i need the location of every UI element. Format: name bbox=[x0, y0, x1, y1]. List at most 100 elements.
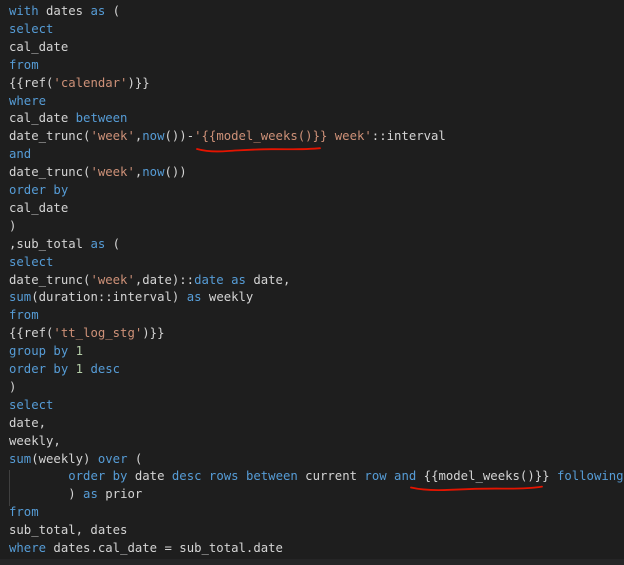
code-token-string: 'week' bbox=[90, 272, 135, 287]
code-token-plain: {{ref( bbox=[9, 326, 54, 341]
code-token-plain: ) bbox=[9, 379, 17, 394]
code-token-number: 1 bbox=[75, 344, 84, 359]
code-line[interactable]: {{ref('tt_log_stg')}} bbox=[9, 324, 164, 342]
code-token-keyword: over bbox=[97, 451, 128, 466]
code-line[interactable]: date_trunc('week',date)::date as date, bbox=[9, 271, 290, 289]
code-token-plain: date_trunc( bbox=[9, 272, 91, 287]
code-token-keyword: as bbox=[186, 290, 202, 305]
code-token-plain: ( bbox=[127, 451, 143, 466]
code-line[interactable]: cal_date between bbox=[9, 109, 127, 127]
code-line[interactable]: where bbox=[9, 92, 46, 110]
code-token-string: 'tt_log_stg' bbox=[53, 326, 143, 341]
code-token-string: 'calendar' bbox=[53, 75, 128, 90]
code-line[interactable]: from bbox=[9, 503, 39, 521]
code-token-plain: (duration::interval) bbox=[31, 290, 187, 305]
code-token-plain: dates bbox=[38, 4, 91, 18]
code-token-keyword: now bbox=[142, 129, 165, 144]
code-token-keyword: as bbox=[90, 4, 106, 18]
code-line[interactable]: ) as prior bbox=[9, 485, 142, 503]
code-token-keyword: with bbox=[9, 4, 39, 18]
code-token-plain: cal_date bbox=[9, 200, 69, 215]
code-token-keyword: sum bbox=[9, 451, 32, 466]
code-line[interactable]: sub_total, dates bbox=[9, 521, 127, 539]
error-squiggle-model-weeks-string bbox=[196, 147, 321, 153]
code-token-plain: ) bbox=[9, 218, 17, 233]
code-token-plain: prior bbox=[97, 487, 143, 502]
code-token-string: 'week' bbox=[90, 129, 135, 144]
code-line[interactable]: with dates as ( bbox=[9, 2, 120, 20]
code-token-keyword: select bbox=[9, 21, 54, 36]
code-token-string: 'week' bbox=[90, 165, 135, 180]
code-token-keyword: now bbox=[142, 165, 165, 180]
code-token-plain: current bbox=[297, 469, 365, 484]
code-token-plain: ::interval bbox=[371, 129, 446, 144]
code-token-keyword: sum bbox=[9, 290, 32, 305]
editor-bottom-edge bbox=[0, 559, 624, 565]
code-line[interactable]: from bbox=[9, 56, 39, 74]
code-token-keyword: row bbox=[364, 469, 387, 484]
code-token-keyword: as bbox=[90, 236, 106, 251]
code-line[interactable]: from bbox=[9, 306, 39, 324]
code-line[interactable]: select bbox=[9, 253, 53, 271]
code-line[interactable]: where dates.cal_date = sub_total.date bbox=[9, 539, 283, 557]
code-line[interactable]: order by bbox=[9, 181, 68, 199]
code-token-plain: )}} bbox=[127, 75, 150, 90]
code-line[interactable]: cal_date bbox=[9, 38, 68, 56]
code-line[interactable]: cal_date bbox=[9, 199, 68, 217]
code-token-keyword: as bbox=[231, 272, 246, 287]
code-token-keyword: date bbox=[194, 272, 224, 287]
code-token-keyword: order by bbox=[9, 183, 69, 197]
code-token-plain: ( bbox=[105, 236, 121, 251]
code-token-string: '{{model_weeks()}} week' bbox=[194, 129, 372, 144]
code-editor[interactable]: with dates as (select cal_date from {{ref('… bbox=[0, 0, 624, 565]
code-token-plain: )}} bbox=[142, 326, 165, 341]
code-line[interactable]: and bbox=[9, 145, 31, 163]
code-token-keyword: from bbox=[9, 505, 39, 520]
code-token-plain: sub_total, dates bbox=[9, 523, 128, 538]
code-token-plain: date_trunc( bbox=[9, 129, 91, 144]
code-token-keyword: where bbox=[9, 541, 47, 555]
code-token-keyword: where bbox=[9, 93, 47, 108]
code-token-plain: cal_date bbox=[9, 111, 76, 126]
code-token-plain: ()) bbox=[164, 165, 187, 180]
code-line[interactable]: group by 1 bbox=[9, 342, 83, 360]
code-token-keyword: desc bbox=[90, 362, 121, 376]
code-token-keyword: select bbox=[9, 397, 54, 412]
code-token-plain: ())- bbox=[164, 129, 195, 144]
code-token-keyword: from bbox=[9, 308, 39, 323]
code-token-plain: ( bbox=[105, 4, 121, 18]
code-token-plain: cal_date bbox=[9, 39, 69, 54]
code-line[interactable]: ) bbox=[9, 378, 16, 396]
code-line[interactable]: {{ref('calendar')}} bbox=[9, 74, 150, 92]
code-line[interactable]: date_trunc('week',now()) bbox=[9, 163, 187, 181]
code-token-plain: weekly, bbox=[9, 433, 61, 448]
code-token-plain: ,sub_total bbox=[9, 236, 91, 251]
code-token-keyword: select bbox=[9, 254, 54, 269]
code-token-keyword: as bbox=[83, 487, 98, 502]
code-token-keyword: and bbox=[9, 147, 32, 162]
code-token-keyword: order by bbox=[9, 362, 69, 376]
code-line[interactable]: ) bbox=[9, 217, 16, 235]
code-token-plain: {{ref( bbox=[9, 75, 54, 90]
code-token-plain: date, bbox=[245, 272, 291, 287]
code-token-keyword: rows bbox=[208, 469, 239, 484]
code-line[interactable]: ,sub_total as ( bbox=[9, 235, 120, 253]
code-token-plain: (weekly) bbox=[31, 451, 98, 466]
code-token-plain: weekly bbox=[201, 290, 254, 305]
code-line[interactable]: weekly, bbox=[9, 432, 61, 450]
code-line[interactable]: select bbox=[9, 396, 53, 414]
code-line[interactable]: select bbox=[9, 20, 53, 38]
code-line[interactable]: sum(weekly) over ( bbox=[9, 450, 142, 468]
code-line[interactable]: order by 1 desc bbox=[9, 360, 120, 378]
code-token-plain: ) bbox=[9, 487, 84, 502]
code-line[interactable]: sum(duration::interval) as weekly bbox=[9, 288, 253, 306]
code-token-keyword: order by bbox=[68, 469, 128, 484]
code-token-plain: date bbox=[127, 469, 172, 484]
code-line[interactable]: date, bbox=[9, 414, 46, 432]
